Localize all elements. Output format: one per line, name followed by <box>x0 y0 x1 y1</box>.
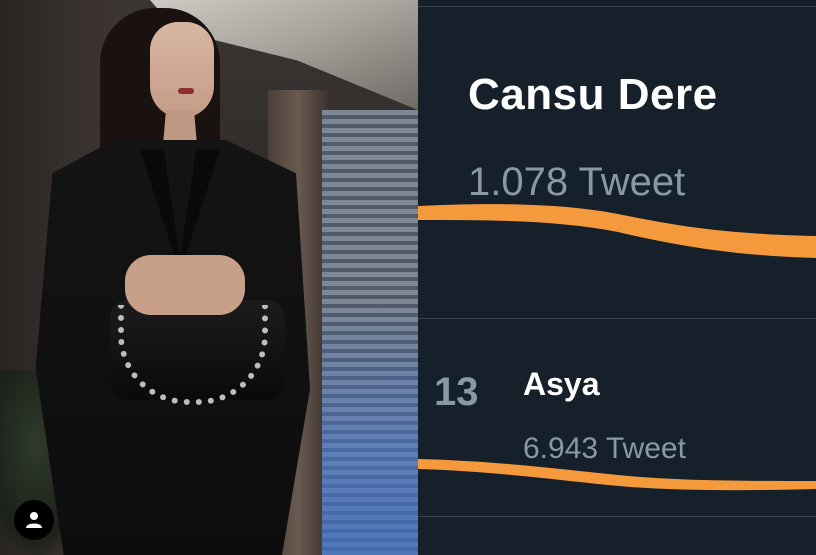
trend-name: Asya <box>523 366 600 402</box>
highlight-scribble <box>418 459 816 491</box>
hands <box>125 255 245 315</box>
window-light <box>322 300 418 555</box>
divider <box>418 6 816 7</box>
trend-name: Cansu Dere <box>468 70 718 119</box>
lips <box>178 88 194 94</box>
trends-panel: Cansu Dere 1.078 Tweet 13 Asya 6.943 Twe… <box>418 0 816 555</box>
trend-rank: 13 <box>434 370 479 414</box>
divider <box>418 516 816 517</box>
profile-tag-button[interactable] <box>14 500 54 540</box>
highlight-scribble <box>418 204 816 258</box>
divider <box>418 318 816 319</box>
face <box>150 22 214 118</box>
portrait-photo <box>0 0 418 555</box>
user-icon <box>26 512 42 528</box>
